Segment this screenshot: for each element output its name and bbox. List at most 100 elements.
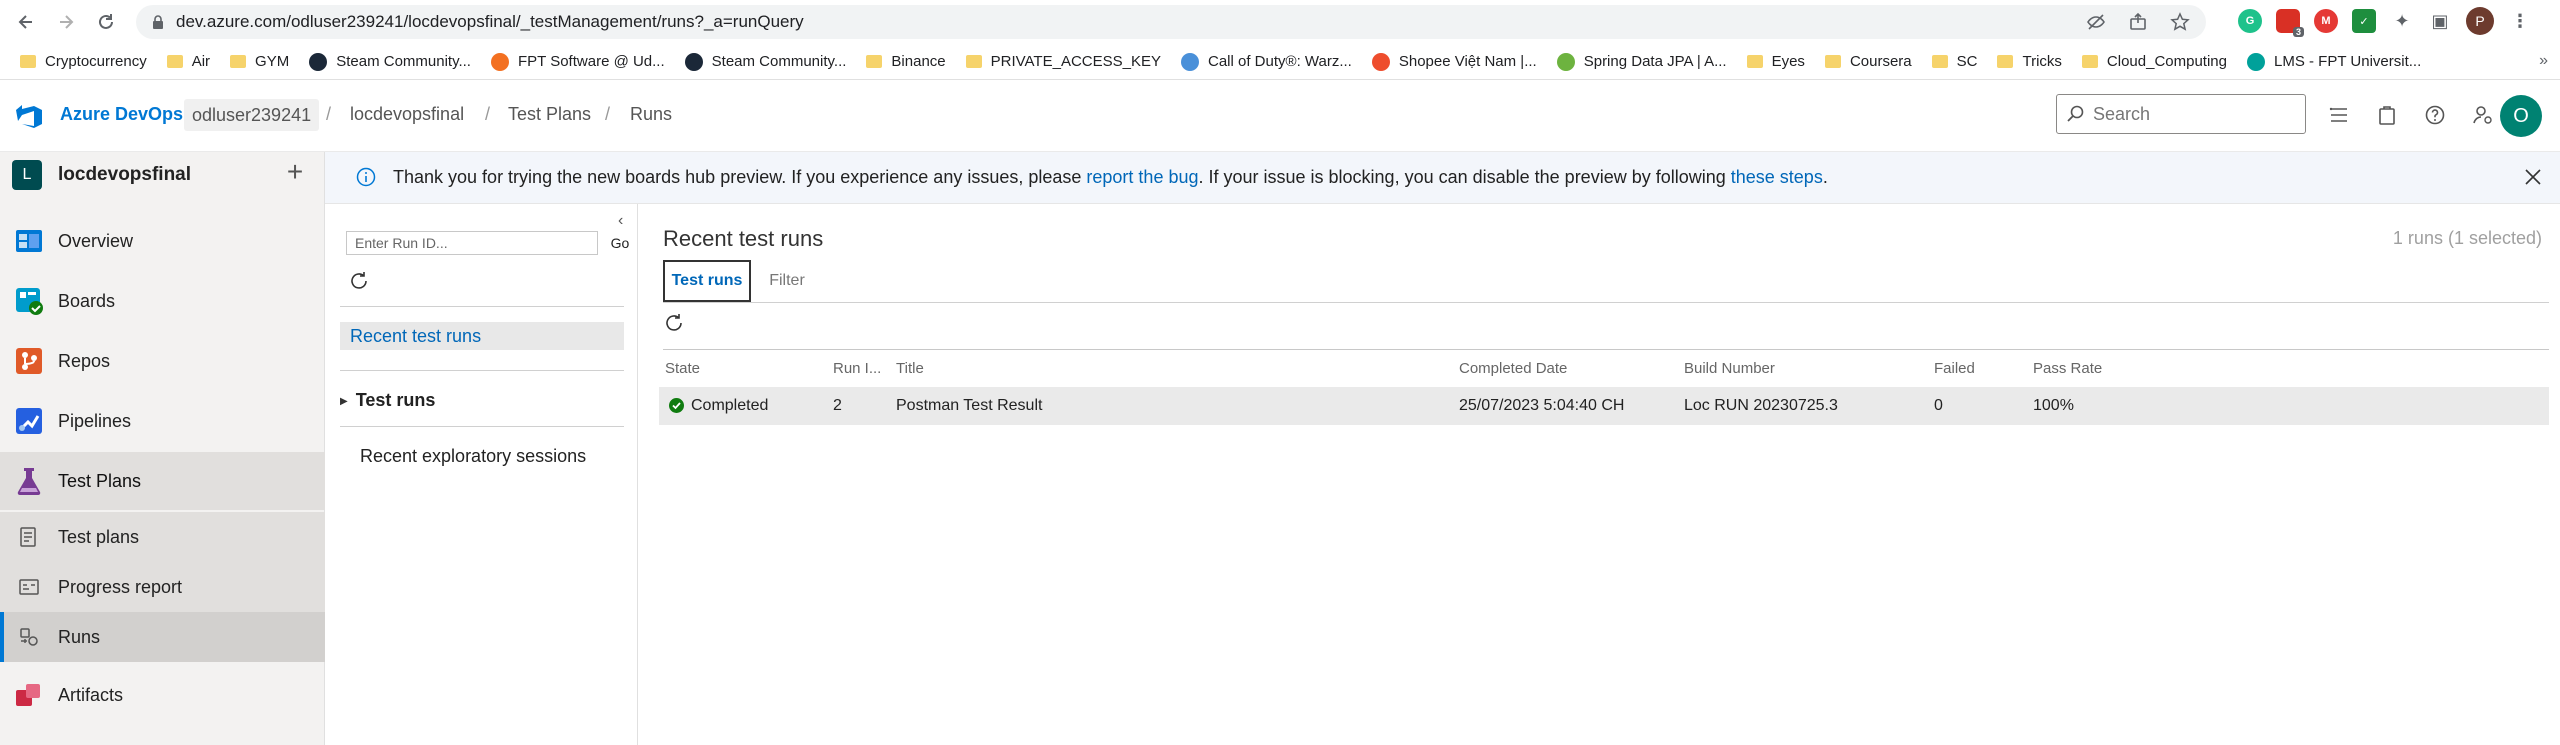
reload-icon[interactable] — [94, 10, 118, 34]
help-icon[interactable] — [2424, 104, 2446, 126]
user-avatar[interactable]: O — [2500, 95, 2542, 137]
folder-icon — [2081, 55, 2098, 68]
info-icon — [356, 167, 376, 187]
expand-triangle-icon[interactable]: ▶ — [340, 396, 348, 407]
star-icon[interactable] — [2170, 12, 2190, 32]
bookmark-item[interactable]: Spring Data JPA | A... — [1556, 52, 1727, 71]
report-bug-link[interactable]: report the bug — [1086, 167, 1198, 187]
cell-completed-date: 25/07/2023 5:04:40 CH — [1459, 397, 1625, 414]
overview-icon — [16, 230, 42, 252]
cell-state: Completed — [691, 397, 769, 414]
bookmark-item[interactable]: PRIVATE_ACCESS_KEY — [965, 53, 1161, 70]
bookmark-item[interactable]: Cloud_Computing — [2081, 53, 2227, 70]
bookmark-item[interactable]: Air — [166, 53, 210, 70]
divider — [340, 426, 624, 427]
back-icon[interactable] — [14, 10, 38, 34]
browser-menu-icon[interactable]: ⋮ — [2508, 9, 2532, 33]
nav-item-repos[interactable]: Repos — [0, 334, 325, 388]
bookmark-item[interactable]: Steam Community... — [684, 52, 846, 71]
marketplace-icon[interactable] — [2376, 104, 2398, 126]
mail-ext-icon[interactable]: M — [2314, 9, 2338, 33]
tab-filter[interactable]: Filter — [757, 260, 817, 302]
nav-item-boards[interactable]: Boards — [0, 274, 325, 328]
bookmark-item[interactable]: GYM — [230, 53, 289, 70]
bookmark-item[interactable]: Eyes — [1746, 53, 1805, 70]
tabs-divider — [663, 302, 2549, 303]
close-icon[interactable] — [2522, 166, 2544, 188]
run-id-input[interactable] — [346, 231, 598, 255]
refresh-icon[interactable] — [348, 270, 370, 292]
nav-item-artifacts[interactable]: Artifacts — [0, 668, 325, 722]
forward-icon[interactable] — [54, 10, 78, 34]
nav-subitem-test-plans[interactable]: Test plans — [0, 512, 325, 562]
collapse-chevron-icon[interactable]: ‹ — [618, 212, 623, 230]
bookmark-item[interactable]: Coursera — [1824, 53, 1912, 70]
lms-icon — [2247, 52, 2265, 71]
user-settings-icon[interactable] — [2472, 104, 2494, 126]
column-header-title[interactable]: Title — [896, 360, 924, 377]
bookmark-item[interactable]: Call of Duty®: Warz... — [1180, 52, 1352, 71]
bookmark-item[interactable]: FPT Software @ Ud... — [490, 52, 665, 71]
test-runs-tree-node[interactable]: ▶ Test runs — [340, 390, 435, 411]
bookmark-item[interactable]: Tricks — [1997, 53, 2062, 70]
org-name[interactable]: odluser239241 — [184, 99, 320, 131]
nav-subitem-runs[interactable]: Runs — [0, 612, 325, 662]
browser-toolbar: dev.azure.com/odluser239241/locdevopsfin… — [0, 0, 2560, 44]
shield-ext-icon[interactable]: ✓ — [2352, 9, 2376, 33]
bookmark-item[interactable]: Cryptocurrency — [20, 53, 147, 70]
breadcrumb-project[interactable]: locdevopsfinal — [350, 104, 464, 125]
bookmarks-overflow-icon[interactable]: » — [2539, 52, 2548, 70]
column-header-run-id[interactable]: Run I... — [833, 360, 881, 377]
list-settings-icon[interactable] — [2328, 104, 2350, 126]
azure-devops-logo-icon[interactable] — [16, 104, 42, 128]
recent-exploratory-sessions-link[interactable]: Recent exploratory sessions — [360, 446, 586, 467]
fpt-icon — [490, 52, 509, 71]
nav-subitem-progress-report[interactable]: Progress report — [0, 562, 325, 612]
column-header-completed-date[interactable]: Completed Date — [1459, 360, 1567, 377]
sidepanel-icon[interactable]: ▣ — [2428, 9, 2452, 33]
runs-side-panel: ‹ Go Recent test runs ▶Test runs Recent … — [326, 204, 638, 745]
breadcrumb-separator: / — [326, 104, 332, 124]
refresh-icon[interactable] — [663, 312, 685, 334]
browser-profile-avatar[interactable]: P — [2466, 7, 2494, 35]
these-steps-link[interactable]: these steps — [1731, 167, 1823, 187]
project-selector[interactable]: L locdevopsfinal + — [0, 152, 325, 200]
breadcrumb-test-plans[interactable]: Test Plans — [508, 104, 591, 125]
table-row[interactable]: Completed 2 Postman Test Result 25/07/20… — [659, 387, 2549, 425]
grammarly-icon[interactable]: G — [2238, 9, 2262, 33]
column-header-build-number[interactable]: Build Number — [1684, 360, 1775, 377]
extensions-icon[interactable]: ✦ — [2390, 9, 2414, 33]
boards-icon — [16, 288, 43, 315]
folder-icon — [1824, 55, 1841, 68]
bookmark-item[interactable]: Steam Community... — [309, 52, 471, 71]
folder-icon — [1997, 55, 2014, 68]
nav-item-overview[interactable]: Overview — [0, 214, 325, 268]
bookmark-item[interactable]: Shopee Việt Nam |... — [1371, 52, 1537, 71]
recent-test-runs-link[interactable]: Recent test runs — [340, 322, 624, 350]
column-header-pass-rate[interactable]: Pass Rate — [2033, 360, 2102, 377]
bookmark-item[interactable]: SC — [1931, 53, 1977, 70]
divider — [340, 370, 624, 371]
column-header-state[interactable]: State — [665, 360, 700, 377]
bookmark-item[interactable]: LMS - FPT Universit... — [2247, 52, 2421, 71]
go-button[interactable]: Go — [604, 231, 636, 255]
nav-item-pipelines[interactable]: Pipelines — [0, 394, 325, 448]
calendar-ext-icon[interactable]: 3 — [2276, 9, 2304, 37]
tab-test-runs[interactable]: Test runs — [663, 260, 751, 302]
nav-item-test-plans[interactable]: Test Plans — [0, 452, 325, 510]
add-icon[interactable]: + — [282, 158, 308, 186]
brand-name[interactable]: Azure DevOps — [60, 104, 183, 125]
search-input[interactable]: Search — [2056, 94, 2306, 134]
eye-off-icon[interactable] — [2086, 12, 2106, 32]
test-plans-icon — [17, 468, 41, 496]
address-bar[interactable]: dev.azure.com/odluser239241/locdevopsfin… — [136, 5, 2206, 39]
column-header-failed[interactable]: Failed — [1934, 360, 1975, 377]
artifacts-icon — [16, 684, 40, 706]
divider — [340, 306, 624, 307]
folder-icon — [166, 55, 183, 68]
bookmark-item[interactable]: Binance — [866, 53, 946, 70]
share-icon[interactable] — [2128, 12, 2148, 32]
main-content: Recent test runs 1 runs (1 selected) Tes… — [639, 204, 2560, 745]
cell-title: Postman Test Result — [896, 397, 1043, 414]
breadcrumb-runs[interactable]: Runs — [630, 104, 672, 125]
